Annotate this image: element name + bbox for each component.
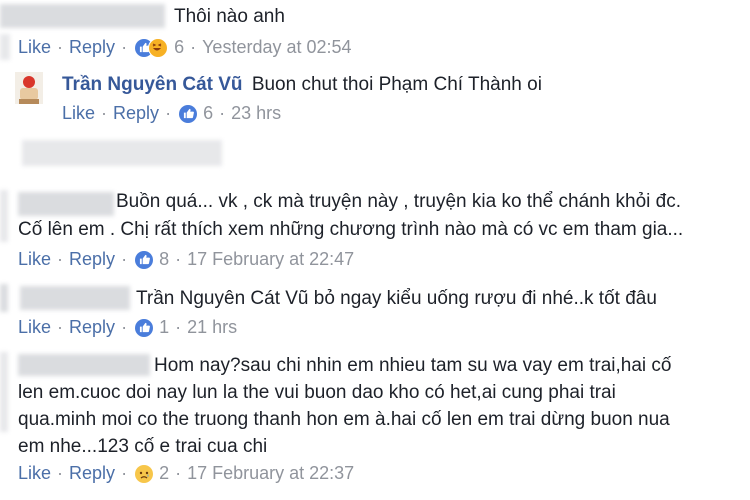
separator: · (101, 103, 108, 123)
reaction-count: 2 (159, 463, 170, 483)
separator: · (175, 463, 182, 483)
comment-actions: Like · Reply · 1 · 21 hrs (18, 317, 237, 338)
reactions[interactable]: 8 (135, 249, 169, 270)
like-reaction-icon (179, 104, 198, 123)
blurred-author-name (0, 4, 165, 28)
comment-actions: Like · Reply · 6 · 23 hrs (62, 103, 281, 124)
reaction-count: 6 (203, 103, 214, 123)
comment-text: Hom nay?sau chi nhin em nhieu tam su wa … (18, 352, 671, 460)
blurred-avatar (0, 284, 8, 312)
reaction-count: 8 (159, 249, 170, 269)
like-button[interactable]: Like (18, 37, 51, 58)
like-reaction-icon (135, 318, 154, 337)
timestamp[interactable]: 21 hrs (187, 317, 237, 338)
like-button[interactable]: Like (18, 249, 51, 270)
reply-button[interactable]: Reply (69, 249, 115, 270)
comment-text: Trần Nguyên Cát Vũ bỏ ngay kiểu uống rượ… (136, 288, 657, 310)
reaction-count: 6 (174, 37, 185, 57)
separator: · (121, 249, 128, 269)
comment-text: Thôi nào anh (174, 6, 285, 27)
blurred-author-name (20, 286, 130, 310)
timestamp[interactable]: 17 February at 22:37 (187, 463, 354, 484)
comment-text-line: Hom nay?sau chi nhin em nhieu tam su wa … (154, 355, 672, 376)
reply-button[interactable]: Reply (113, 103, 159, 124)
comment-text: Buon chut thoi Phạm Chí Thành oi (251, 74, 542, 95)
blurred-avatar (0, 352, 8, 432)
sad-reaction-icon (135, 464, 154, 483)
timestamp[interactable]: 17 February at 22:47 (187, 249, 354, 270)
separator: · (165, 103, 172, 123)
separator: · (57, 463, 64, 483)
blurred-avatar (0, 34, 10, 60)
like-reaction-icon (135, 250, 154, 269)
separator: · (57, 249, 64, 269)
reactions[interactable]: 1 (135, 317, 169, 338)
separator: · (121, 463, 128, 483)
author-name[interactable]: Trần Nguyên Cát Vũ (62, 74, 243, 95)
comment-text-line: Cố lên em . Chị rất thích xem những chươ… (18, 219, 684, 240)
comment-actions: Like · Reply · 6 · Yesterday at 02:54 (18, 37, 352, 58)
like-button[interactable]: Like (18, 317, 51, 338)
separator: · (175, 249, 182, 269)
reply-button[interactable]: Reply (69, 463, 115, 484)
comment-text-line: len em.cuoc doi nay lun la the vui buon … (18, 382, 616, 403)
separator: · (57, 317, 64, 337)
comment-text-content: Trần Nguyên Cát Vũ bỏ ngay kiểu uống rượ… (136, 288, 657, 309)
like-button[interactable]: Like (62, 103, 95, 124)
haha-reaction-icon (148, 37, 169, 58)
avatar[interactable] (15, 72, 43, 104)
comment-actions: Like · Reply · 8 · 17 February at 22:47 (18, 249, 354, 270)
reaction-count: 1 (159, 317, 170, 337)
reactions[interactable]: 6 (135, 37, 184, 58)
comment-actions: Like · Reply · 2 · 17 February at 22:37 (18, 463, 354, 484)
comment-text-line: Buồn quá... vk , ck mà truyện này , truy… (116, 191, 682, 212)
comment-text-line: em nhe...123 cố e trai cua chi (18, 436, 268, 457)
blurred-avatar (0, 190, 8, 242)
reply-button[interactable]: Reply (69, 317, 115, 338)
separator: · (190, 37, 197, 57)
separator: · (121, 317, 128, 337)
like-button[interactable]: Like (18, 463, 51, 484)
comment-text: Buồn quá... vk , ck mà truyện này , truy… (18, 188, 683, 244)
separator: · (121, 37, 128, 57)
comment-text-line: qua.minh moi co the truong thanh hon em … (18, 409, 670, 430)
timestamp[interactable]: 23 hrs (231, 103, 281, 124)
separator: · (175, 317, 182, 337)
reactions[interactable]: 6 (179, 103, 213, 124)
timestamp[interactable]: Yesterday at 02:54 (202, 37, 351, 58)
reactions[interactable]: 2 (135, 463, 169, 484)
separator: · (57, 37, 64, 57)
blurred-comment (22, 140, 222, 166)
reply-button[interactable]: Reply (69, 37, 115, 58)
comment-line: Trần Nguyên Cát Vũ Buon chut thoi Phạm C… (62, 74, 542, 96)
separator: · (219, 103, 226, 123)
